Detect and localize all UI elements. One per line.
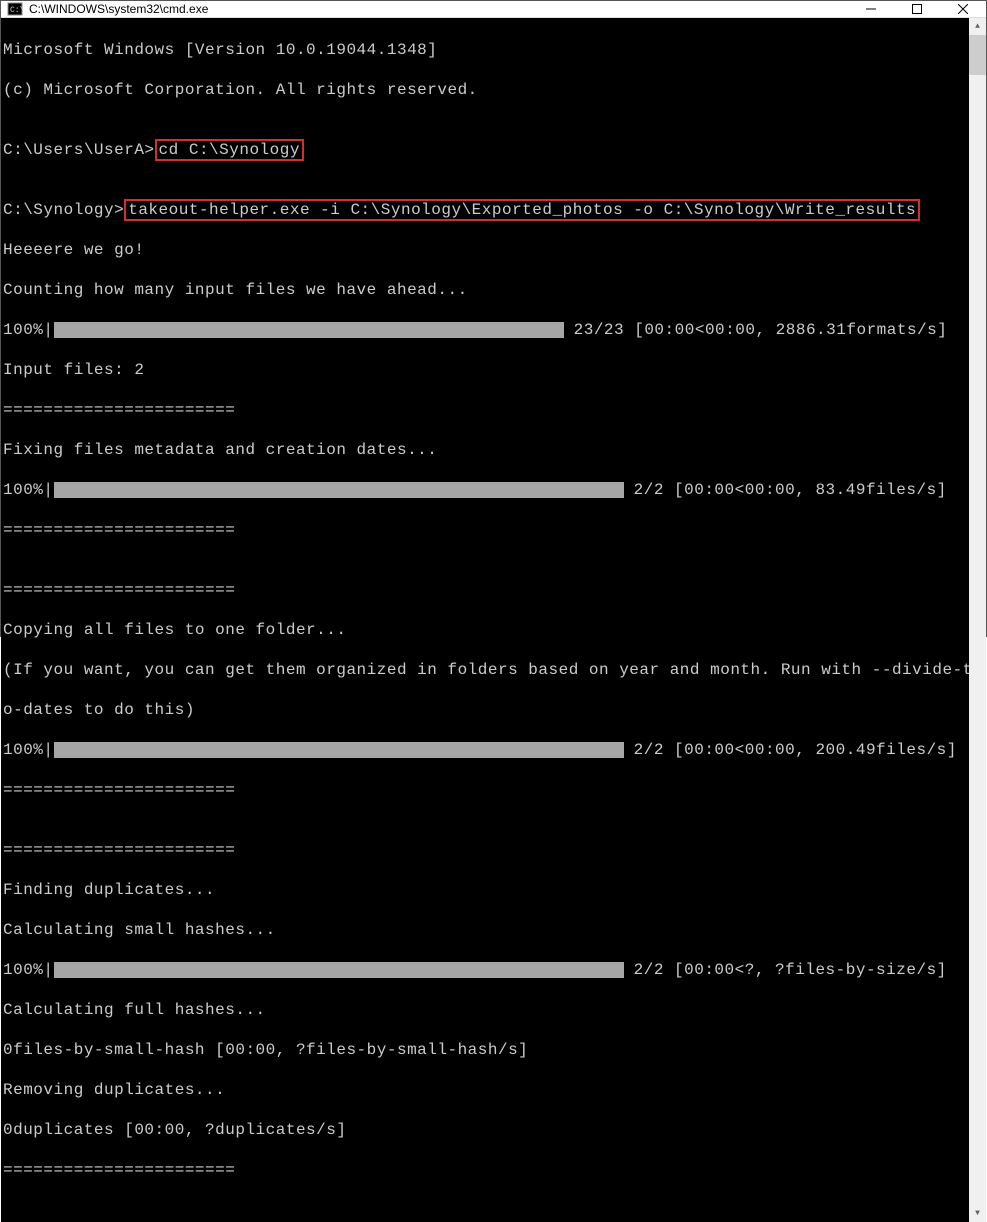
progress-bar bbox=[54, 482, 624, 498]
titlebar[interactable]: C:\ C:\WINDOWS\system32\cmd.exe bbox=[1, 1, 986, 18]
progress-label: 100%| bbox=[3, 321, 54, 339]
output-line: 0files-by-small-hash [00:00, ?files-by-s… bbox=[3, 1040, 967, 1060]
highlighted-command: cd C:\Synology bbox=[155, 139, 304, 161]
separator-line: ======================= bbox=[3, 400, 967, 420]
output-line: Calculating full hashes... bbox=[3, 1000, 967, 1020]
output-line: Copying all files to one folder... bbox=[3, 620, 967, 640]
separator-line: ======================= bbox=[3, 1160, 967, 1180]
progress-stats: 23/23 [00:00<00:00, 2886.31formats/s] bbox=[564, 321, 948, 339]
output-line: Finding duplicates... bbox=[3, 880, 967, 900]
progress-line: 100%| 2/2 [00:00<00:00, 83.49files/s] bbox=[3, 480, 967, 500]
close-button[interactable] bbox=[940, 1, 986, 17]
progress-line: 100%| 2/2 [00:00<?, ?files-by-size/s] bbox=[3, 960, 967, 980]
progress-line: 100%| 2/2 [00:00<00:00, 200.49files/s] bbox=[3, 740, 967, 760]
separator-line: ======================= bbox=[3, 520, 967, 540]
cmd-window: C:\ C:\WINDOWS\system32\cmd.exe Microsof… bbox=[0, 0, 987, 637]
output-line: 0duplicates [00:00, ?duplicates/s] bbox=[3, 1120, 967, 1140]
cmd-icon: C:\ bbox=[7, 1, 23, 17]
progress-stats: 2/2 [00:00<00:00, 200.49files/s] bbox=[624, 741, 957, 759]
progress-stats: 2/2 [00:00<00:00, 83.49files/s] bbox=[624, 481, 947, 499]
output-line: Fixing files metadata and creation dates… bbox=[3, 440, 967, 460]
scroll-down-arrow[interactable]: ▼ bbox=[969, 1205, 986, 1222]
content-wrapper: Microsoft Windows [Version 10.0.19044.13… bbox=[1, 18, 986, 1222]
output-line: Microsoft Windows [Version 10.0.19044.13… bbox=[3, 40, 967, 60]
progress-bar bbox=[54, 742, 624, 758]
vertical-scrollbar[interactable]: ▲ ▼ bbox=[969, 18, 986, 1222]
scroll-thumb[interactable] bbox=[969, 35, 986, 75]
progress-line: 100%| 23/23 [00:00<00:00, 2886.31formats… bbox=[3, 320, 967, 340]
output-line: (If you want, you can get them organized… bbox=[3, 660, 967, 680]
output-line: Input files: 2 bbox=[3, 360, 967, 380]
output-line: o-dates to do this) bbox=[3, 700, 967, 720]
separator-line: ======================= bbox=[3, 840, 967, 860]
maximize-button[interactable] bbox=[894, 1, 940, 17]
progress-stats: 2/2 [00:00<?, ?files-by-size/s] bbox=[624, 961, 947, 979]
output-line: Removing duplicates... bbox=[3, 1080, 967, 1100]
window-title: C:\WINDOWS\system32\cmd.exe bbox=[29, 2, 848, 16]
progress-label: 100%| bbox=[3, 961, 54, 979]
prompt-line: C:\Users\UserA>cd C:\Synology bbox=[3, 140, 967, 160]
prompt-prefix: C:\Users\UserA> bbox=[3, 141, 155, 159]
progress-label: 100%| bbox=[3, 741, 54, 759]
output-line: Counting how many input files we have ah… bbox=[3, 280, 967, 300]
highlighted-command: takeout-helper.exe -i C:\Synology\Export… bbox=[124, 199, 920, 221]
output-line: Heeeere we go! bbox=[3, 240, 967, 260]
minimize-button[interactable] bbox=[848, 1, 894, 17]
progress-label: 100%| bbox=[3, 481, 54, 499]
separator-line: ======================= bbox=[3, 580, 967, 600]
output-line: Calculating small hashes... bbox=[3, 920, 967, 940]
scroll-up-arrow[interactable]: ▲ bbox=[969, 18, 986, 35]
prompt-line: C:\Synology>takeout-helper.exe -i C:\Syn… bbox=[3, 200, 967, 220]
progress-bar bbox=[54, 962, 624, 978]
terminal-output[interactable]: Microsoft Windows [Version 10.0.19044.13… bbox=[1, 18, 969, 1222]
prompt-prefix: C:\Synology> bbox=[3, 201, 124, 219]
svg-text:C:\: C:\ bbox=[10, 6, 23, 15]
window-controls bbox=[848, 1, 986, 17]
output-line: (c) Microsoft Corporation. All rights re… bbox=[3, 80, 967, 100]
separator-line: ======================= bbox=[3, 780, 967, 800]
progress-bar bbox=[54, 322, 564, 338]
